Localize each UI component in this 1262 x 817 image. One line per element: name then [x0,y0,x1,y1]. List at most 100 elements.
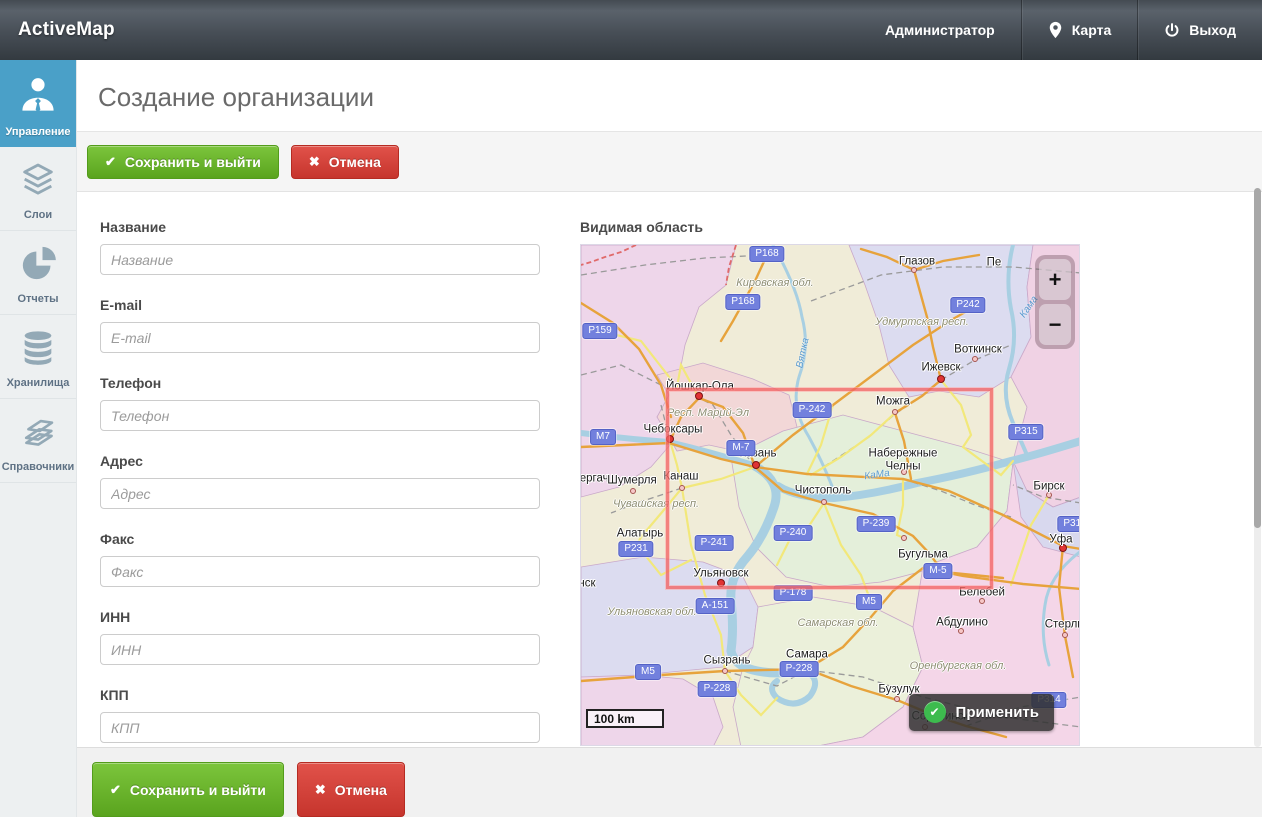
name-label: Название [100,219,540,235]
map-scale-bar: 100 km [586,709,664,728]
field-inn: ИНН [100,609,540,665]
field-address: Адрес [100,453,540,509]
page-header: Создание организации [77,60,1262,132]
sidebar-item-reports[interactable]: Отчеты [0,231,76,315]
map-link[interactable]: Карта [1022,0,1138,60]
city-dot [630,488,636,494]
city-label: Воткинск [954,344,1002,357]
layers-icon [17,160,59,200]
email-input[interactable] [100,322,540,353]
organization-form: Название E-mail Телефон Адрес Факс ИНН [100,219,540,765]
sidebar-label: Хранилища [7,377,70,389]
zoom-out-button[interactable]: − [1039,304,1071,345]
scrollbar-thumb[interactable] [1254,188,1261,528]
apply-button-label: Применить [956,704,1039,721]
check-icon: ✔ [105,154,116,170]
sidebar: Управление Слои Отчеты Хранилища Справоч… [0,60,77,817]
app-logo[interactable]: ActiveMap [0,19,115,41]
city-dot [972,356,978,362]
current-user: Администратор [859,0,1021,60]
phone-label: Телефон [100,375,540,391]
fax-label: Факс [100,531,540,547]
books-icon [17,412,59,452]
city-label: Сызрань [704,655,751,668]
city-label: Абдулино [936,617,988,630]
field-email: E-mail [100,297,540,353]
kpp-input[interactable] [100,712,540,743]
region-label: Самарская обл. [797,617,878,629]
sidebar-item-management[interactable]: Управление [0,60,76,147]
top-bar: ActiveMap Администратор Карта Выход [0,0,1262,60]
x-icon: ✖ [315,782,326,798]
cancel-button-label: Отмена [329,154,381,170]
save-button-label: Сохранить и выйти [125,154,261,170]
city-dot [1062,632,1068,638]
address-label: Адрес [100,453,540,469]
region-label: Ульяновская обл. [607,606,696,618]
city-label: Самара [786,649,828,662]
sidebar-item-storage[interactable]: Хранилища [0,315,76,399]
road-badge: А-151 [696,598,735,614]
city-label: Глазов [899,256,935,269]
visible-area-label: Видимая область [580,219,1080,235]
road-badge: М5 [635,664,661,680]
map-pin-icon [1048,21,1063,39]
sidebar-label: Слои [24,209,52,221]
inn-input[interactable] [100,634,540,665]
save-button[interactable]: ✔ Сохранить и выйти [87,145,279,179]
map-zoom-control: + − [1035,255,1075,349]
city-label: Пе [987,257,1002,270]
toolbar-bottom: ✔ Сохранить и выйти ✖ Отмена [77,747,1262,817]
cancel-button-bottom[interactable]: ✖ Отмена [297,762,405,817]
logout-link[interactable]: Выход [1138,0,1262,60]
apply-button[interactable]: ✔ Применить [909,694,1054,731]
address-input[interactable] [100,478,540,509]
phone-input[interactable] [100,400,540,431]
field-name: Название [100,219,540,275]
toolbar-top: ✔ Сохранить и выйти ✖ Отмена [77,132,1262,192]
city-dot [722,668,728,674]
save-button-label: Сохранить и выйти [130,782,266,798]
topbar-menu: Администратор Карта Выход [859,0,1262,60]
city-label: Стерлита [1045,619,1080,632]
road-badge: P242 [950,297,985,313]
name-input[interactable] [100,244,540,275]
city-label: Бирск [1033,481,1064,494]
main-content: Создание организации ✔ Сохранить и выйти… [77,60,1262,817]
save-button-bottom[interactable]: ✔ Сохранить и выйти [92,762,284,817]
page-title: Создание организации [98,82,1241,113]
user-name-label: Администратор [885,22,995,38]
pie-chart-icon [17,244,59,284]
fax-input[interactable] [100,556,540,587]
region-label: Оренбургская обл. [910,660,1007,672]
cancel-button-label: Отмена [335,782,387,798]
user-icon [16,73,60,117]
field-phone: Телефон [100,375,540,431]
road-badge: Р-228 [780,661,819,677]
city-label: Шумерля [607,475,656,488]
database-icon [17,328,59,368]
sidebar-item-dictionaries[interactable]: Справочники [0,399,76,483]
logout-label: Выход [1189,22,1236,38]
road-badge: P159 [582,323,617,339]
kpp-label: КПП [100,687,540,703]
inn-label: ИНН [100,609,540,625]
map[interactable]: Кировская обл.Удмуртская респ.Респ. Мари… [580,244,1080,746]
city-label: Алатырь [617,528,663,541]
sidebar-label: Управление [5,126,70,138]
city-label: Уфа [1049,534,1072,547]
road-badge: М5 [856,594,882,610]
city-label: Ижевск [921,362,960,375]
city-dot [894,696,900,702]
sidebar-item-layers[interactable]: Слои [0,147,76,231]
map-selection-rectangle[interactable] [666,388,993,589]
email-label: E-mail [100,297,540,313]
map-scale-label: 100 km [588,712,635,726]
road-badge: Р315 [1057,516,1080,532]
city-dot [937,375,945,383]
cancel-button[interactable]: ✖ Отмена [291,145,399,179]
zoom-in-button[interactable]: + [1039,259,1071,300]
city-label: нск [580,578,596,591]
road-badge: Р-228 [698,681,737,697]
x-icon: ✖ [309,154,320,170]
